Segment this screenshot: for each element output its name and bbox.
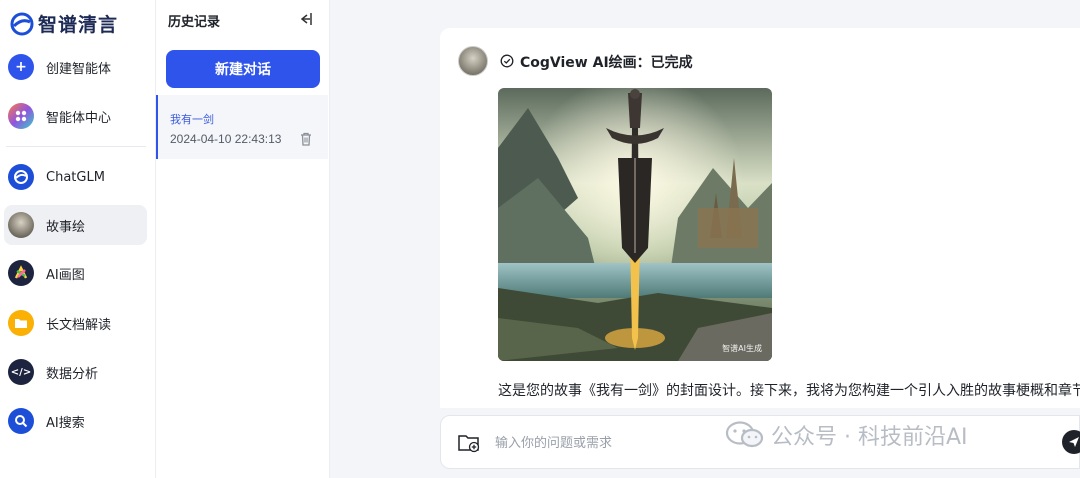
wechat-watermark: 公众号 · 科技前沿AI xyxy=(725,419,968,451)
plus-icon: + xyxy=(8,54,34,80)
send-icon xyxy=(1069,437,1079,447)
app-name: 智谱清言 xyxy=(38,14,119,36)
story-avatar-icon xyxy=(8,212,34,238)
app-logo[interactable]: 智谱清言 xyxy=(10,10,118,37)
chat-area: CogView AI绘画：已完成 智谱AI生成 这是您的故事《我有一剑》的封面设… xyxy=(330,0,1080,478)
folder-icon xyxy=(8,310,34,336)
ai-draw-icon xyxy=(8,260,34,286)
chatglm-logo-icon xyxy=(8,164,34,190)
code-icon: </> xyxy=(8,359,34,385)
nav-item-data-analysis[interactable]: </> 数据分析 xyxy=(4,352,147,392)
history-item-name: 我有一剑 xyxy=(170,113,214,126)
wechat-icon xyxy=(725,421,764,448)
sword-artwork xyxy=(498,88,772,361)
grid-dots-icon xyxy=(8,103,34,129)
left-nav: 智谱清言 + 创建智能体 智能体中心 ChatGLM 故事绘 AI画图 长文档解… xyxy=(0,0,156,478)
check-circle-icon xyxy=(500,54,514,68)
history-panel: 历史记录 新建对话 我有一剑 2024-04-10 22:43:13 xyxy=(156,0,330,478)
nav-item-long-doc[interactable]: 长文档解读 xyxy=(4,303,147,343)
nav-item-story[interactable]: 故事绘 xyxy=(4,205,147,245)
nav-item-label: 长文档解读 xyxy=(46,317,112,333)
nav-divider xyxy=(6,146,146,147)
history-title: 历史记录 xyxy=(168,15,221,30)
assistant-reply-text: 这是您的故事《我有一剑》的封面设计。接下来，我将为您构建一个引人入胜的故事梗概和… xyxy=(498,383,1080,399)
generated-cover-image[interactable]: 智谱AI生成 xyxy=(498,88,772,361)
upload-file-icon[interactable] xyxy=(457,433,481,453)
nav-item-label: 故事绘 xyxy=(46,219,86,235)
search-icon xyxy=(8,408,34,434)
nav-item-label: AI搜索 xyxy=(46,415,85,431)
ai-generated-watermark: 智谱AI生成 xyxy=(722,344,762,353)
history-item-date: 2024-04-10 22:43:13 xyxy=(170,132,282,146)
new-chat-button[interactable]: 新建对话 xyxy=(166,50,320,88)
send-button[interactable] xyxy=(1062,430,1080,454)
wechat-watermark-text: 公众号 · 科技前沿AI xyxy=(771,425,968,450)
nav-item-label: 数据分析 xyxy=(46,366,99,382)
nav-item-agent-center[interactable]: 智能体中心 xyxy=(4,96,147,136)
assistant-message: CogView AI绘画：已完成 智谱AI生成 这是您的故事《我有一剑》的封面设… xyxy=(440,28,1080,408)
nav-item-label: ChatGLM xyxy=(46,169,105,185)
nav-item-ai-search[interactable]: AI搜索 xyxy=(4,401,147,441)
nav-item-chatglm[interactable]: ChatGLM xyxy=(4,157,147,197)
bot-avatar xyxy=(458,46,488,76)
trash-icon[interactable] xyxy=(298,131,314,147)
collapse-panel-icon[interactable] xyxy=(296,10,314,28)
zhipu-logo-icon xyxy=(10,12,34,35)
history-item[interactable]: 我有一剑 2024-04-10 22:43:13 xyxy=(156,95,328,159)
nav-item-label: AI画图 xyxy=(46,267,85,283)
generation-status: CogView AI绘画：已完成 xyxy=(520,55,693,71)
nav-item-ai-draw[interactable]: AI画图 xyxy=(4,253,147,293)
nav-item-create-agent[interactable]: + 创建智能体 xyxy=(4,47,147,87)
nav-item-label: 创建智能体 xyxy=(46,61,112,77)
nav-item-label: 智能体中心 xyxy=(46,110,112,126)
